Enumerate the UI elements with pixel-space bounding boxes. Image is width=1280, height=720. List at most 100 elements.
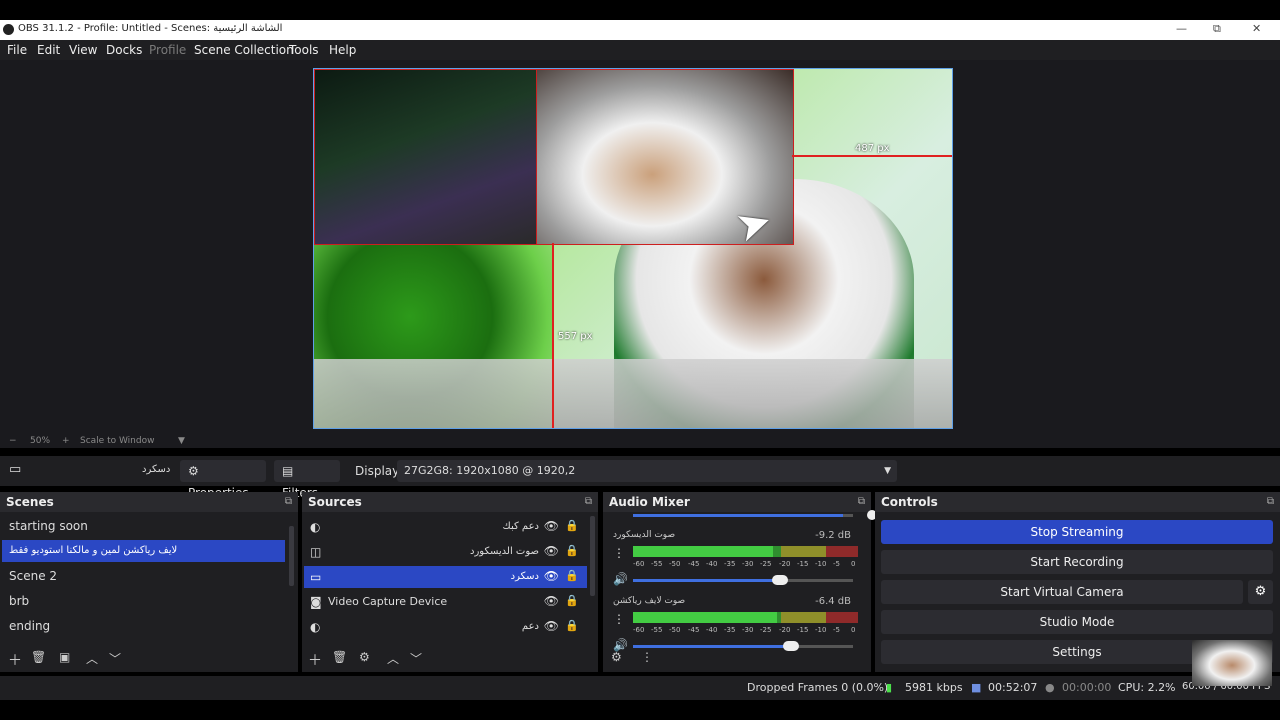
display-select[interactable]: 27G2G8: 1920x1080 @ 1920,2 ▼ [397, 460, 897, 482]
source-properties-button[interactable]: ⚙ [359, 650, 370, 664]
source-name: Video Capture Device [328, 595, 448, 608]
source-row[interactable]: ◫ صوت الديسكورد 👁 🔒 [304, 541, 587, 563]
undock-icon[interactable]: ⧉ [858, 496, 865, 507]
menu-bar: File Edit View Docks Profile Scene Colle… [0, 40, 1280, 60]
audio-mixer-title: Audio Mixer [609, 495, 690, 509]
guest-camera-left[interactable] [314, 69, 538, 245]
channel-menu-icon[interactable]: ⋮ [613, 612, 625, 626]
meter-tick: -55 [651, 626, 663, 634]
volume-meter [633, 546, 858, 557]
properties-button[interactable]: ⚙ Properties [180, 460, 266, 500]
undock-icon[interactable]: ⧉ [285, 496, 292, 507]
volume-slider-knob[interactable] [772, 575, 788, 585]
menu-edit[interactable]: Edit [37, 43, 60, 57]
scale-mode-select[interactable]: Scale to Window [80, 436, 154, 446]
cpu-usage: CPU: 2.2% [1118, 681, 1176, 694]
scene-item[interactable]: ending [2, 615, 285, 637]
scene-list-scrollbar[interactable] [289, 526, 294, 586]
channel-menu-icon[interactable]: ⋮ [613, 546, 625, 560]
advanced-audio-button[interactable]: ⚙ [611, 650, 622, 664]
display-select-value: 27G2G8: 1920x1080 @ 1920,2 [404, 464, 576, 477]
menu-tools[interactable]: Tools [289, 43, 319, 57]
chevron-down-icon[interactable]: ▼ [178, 436, 185, 446]
meter-red-segment [826, 612, 858, 623]
scene-item[interactable]: brb [2, 590, 285, 612]
dropped-frames: Dropped Frames 0 (0.0%) [747, 681, 889, 694]
visibility-eye-icon[interactable]: 👁 [544, 544, 559, 558]
scene-item[interactable]: Scene 2 [2, 565, 285, 587]
menu-help[interactable]: Help [329, 43, 356, 57]
source-row[interactable]: ◙ Video Capture Device 👁 🔒 [304, 591, 587, 613]
zoom-in-button[interactable]: + [62, 436, 70, 446]
lock-icon[interactable]: 🔒 [565, 519, 579, 532]
mixer-channel-name: صوت الديسكورد [613, 530, 676, 540]
visibility-eye-icon[interactable]: 👁 [544, 519, 559, 533]
menu-scene-collection[interactable]: Scene Collection [194, 43, 294, 57]
scene-item[interactable]: starting soon [2, 515, 285, 537]
start-virtual-camera-button[interactable]: Start Virtual Camera [881, 580, 1243, 604]
source-name: دعم كبك [502, 521, 539, 532]
menu-view[interactable]: View [69, 43, 97, 57]
menu-file[interactable]: File [7, 43, 27, 57]
source-list-scrollbar[interactable] [590, 516, 595, 596]
filters-button[interactable]: ▤ Filters [274, 460, 340, 500]
visibility-eye-icon[interactable]: 👁 [544, 619, 559, 633]
meter-tick: -25 [760, 560, 772, 568]
move-scene-down-button[interactable]: ﹀ [109, 650, 121, 667]
stream-time: 00:52:07 [988, 681, 1038, 694]
close-button[interactable]: ✕ [1252, 22, 1261, 35]
menu-profile[interactable]: Profile [149, 43, 186, 57]
lock-icon[interactable]: 🔒 [565, 569, 579, 582]
lock-icon[interactable]: 🔒 [565, 619, 579, 632]
source-row[interactable]: ◐ دعم 👁 🔒 [304, 616, 587, 638]
source-row[interactable]: ◐ دعم كبك 👁 🔒 [304, 516, 587, 538]
menu-docks[interactable]: Docks [106, 43, 142, 57]
speaker-icon[interactable]: 🔊 [613, 572, 628, 586]
mixer-menu-button[interactable]: ⋮ [641, 650, 653, 664]
meter-tick: -50 [669, 560, 681, 568]
remove-scene-button[interactable]: 🗑 [31, 650, 46, 664]
mixer-channel-name: صوت لايف رياكشن [613, 596, 686, 606]
move-source-up-button[interactable]: ︿ [387, 650, 399, 667]
sources-dock-header: Sources ⧉ [302, 492, 598, 512]
meter-red-segment [826, 546, 858, 557]
start-recording-button[interactable]: Start Recording [881, 550, 1273, 574]
lock-icon[interactable]: 🔒 [565, 544, 579, 557]
visibility-eye-icon[interactable]: 👁 [544, 594, 559, 608]
add-source-button[interactable]: ＋ [308, 650, 322, 670]
visibility-eye-icon[interactable]: 👁 [544, 569, 559, 583]
display-capture-icon: ▭ [310, 570, 322, 584]
scene-item[interactable]: لايف رياكشن لمين و مالكنا استوديو فقط [2, 540, 285, 562]
partial-volume-slider[interactable] [633, 510, 877, 520]
status-bar: Dropped Frames 0 (0.0%) ▮ 5981 kbps ■ 00… [0, 676, 1280, 700]
selected-source-name: دسكرد [142, 464, 171, 475]
move-scene-up-button[interactable]: ︿ [86, 650, 98, 667]
audio-mixer-dock: Audio Mixer ⧉ صوت الديسكورد -9.2 dB ⋮ -60 -5… [603, 492, 877, 672]
distance-guide-vertical [552, 243, 554, 428]
preview-canvas[interactable]: 487 px 557 px ➤ [313, 68, 953, 429]
source-name: صوت الديسكورد [470, 546, 539, 557]
undock-icon[interactable]: ⧉ [1267, 496, 1274, 507]
restore-button[interactable]: ⧉ [1213, 22, 1221, 36]
volume-slider[interactable] [633, 575, 853, 585]
gear-icon: ⚙ [188, 464, 199, 478]
stop-streaming-button[interactable]: Stop Streaming [881, 520, 1273, 544]
filter-icon: ▤ [282, 464, 294, 478]
zoom-out-button[interactable]: − [9, 436, 17, 446]
scene-filters-button[interactable]: ▣ [59, 650, 70, 664]
add-scene-button[interactable]: ＋ [8, 650, 22, 670]
virtual-camera-settings-button[interactable]: ⚙ [1248, 580, 1273, 604]
remove-source-button[interactable]: 🗑 [332, 650, 347, 664]
meter-tick: -30 [742, 560, 754, 568]
distance-label-horizontal: 487 px [855, 143, 890, 154]
move-source-down-button[interactable]: ﹀ [410, 650, 422, 667]
lock-icon[interactable]: 🔒 [565, 594, 579, 607]
meter-tick: -35 [724, 626, 736, 634]
undock-icon[interactable]: ⧉ [585, 496, 592, 507]
meter-level-fill [633, 612, 777, 623]
source-row[interactable]: ▭ دسكرد 👁 🔒 [304, 566, 587, 588]
mixer-channel: صوت الديسكورد -9.2 dB ⋮ -60 -55 -50 -45 -40 -35-… [603, 530, 863, 590]
studio-mode-button[interactable]: Studio Mode [881, 610, 1273, 634]
minimize-button[interactable]: — [1176, 22, 1187, 35]
meter-tick: -60 [633, 626, 645, 634]
